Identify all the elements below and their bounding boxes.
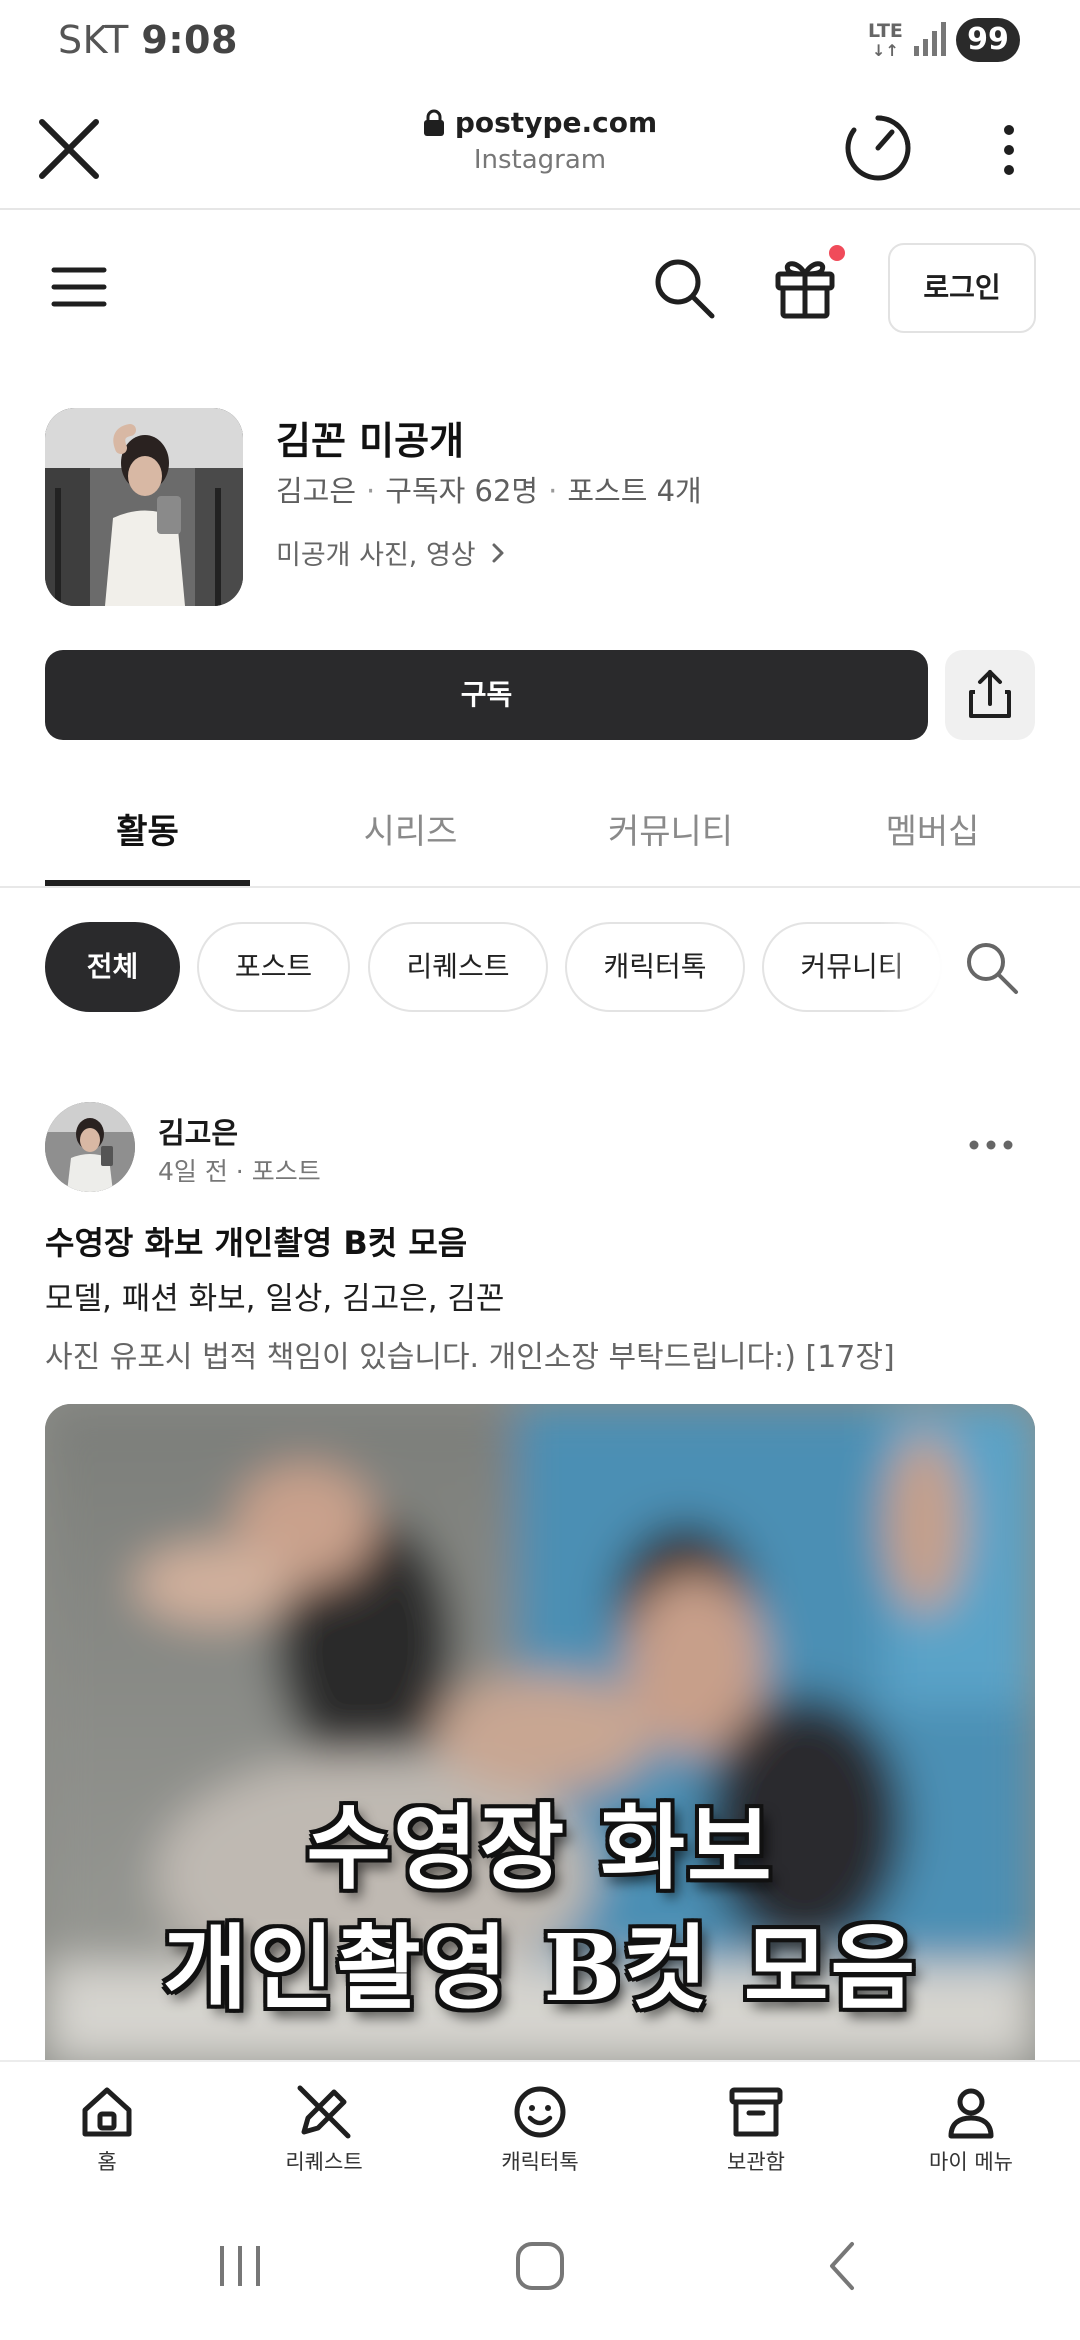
share-button[interactable] [945, 650, 1035, 740]
nav-character-talk[interactable]: 캐릭터톡 [450, 2082, 630, 2176]
user-icon [948, 2088, 994, 2139]
nav-archive-label: 보관함 [727, 2150, 785, 2174]
carrier-label: SKT [58, 18, 129, 62]
subscriber-count: 구독자 62명 [385, 474, 539, 508]
network-label: LTE [868, 20, 903, 42]
nav-home-label: 홈 [97, 2150, 117, 2174]
signal-icon [914, 22, 946, 56]
gift-icon[interactable] [770, 250, 840, 320]
hamburger-menu-icon[interactable] [50, 262, 108, 312]
search-icon[interactable] [652, 256, 716, 320]
post-author-name[interactable]: 김고은 [158, 1110, 238, 1152]
network-indicator: LTE ↓↑ [868, 20, 903, 61]
carrier-time: SKT 9:08 [58, 18, 238, 62]
chip-character-talk[interactable]: 캐릭터톡 [565, 922, 745, 1012]
image-caption-line2: 개인촬영 B컷 모음 [162, 1914, 918, 2022]
data-arrows-icon: ↓↑ [872, 41, 899, 60]
recent-apps-icon[interactable] [200, 2236, 280, 2296]
profile-description: 미공개 사진, 영상 [276, 540, 476, 571]
smile-icon [514, 2086, 566, 2138]
profile-description-link[interactable]: 미공개 사진, 영상 [276, 533, 506, 572]
nav-request[interactable]: 리퀘스트 [234, 2082, 414, 2176]
tab-series[interactable]: 시리즈 [308, 804, 513, 853]
url-subtitle: Instagram [473, 145, 607, 175]
tab-membership[interactable]: 멤버십 [830, 804, 1035, 853]
share-icon [969, 670, 1011, 718]
subscribe-button[interactable]: 구독 [45, 650, 928, 740]
post-tags: 모델, 패션 화보, 일상, 김고은, 김꼰 [45, 1281, 505, 1317]
home-icon [82, 2087, 132, 2137]
chevron-right-icon [492, 543, 504, 562]
image-caption-line1: 수영장 화보 [306, 1794, 774, 1902]
nav-archive[interactable]: 보관함 [666, 2082, 846, 2176]
profile-photo[interactable] [45, 408, 243, 606]
more-horiz-icon[interactable] [966, 1130, 1016, 1160]
profile-meta: 김고은 · 구독자 62명 · 포스트 4개 [276, 474, 702, 508]
nav-character-talk-label: 캐릭터톡 [501, 2150, 579, 2174]
post-thumbnail[interactable]: 수영장 화보 개인촬영 B컷 모음 [45, 1404, 1035, 2064]
chip-post[interactable]: 포스트 [197, 922, 350, 1012]
tab-community[interactable]: 커뮤니티 [568, 804, 773, 853]
chip-scroll-fade [880, 918, 970, 1016]
back-icon[interactable] [804, 2236, 884, 2296]
profile-author[interactable]: 김고은 [276, 474, 356, 508]
avatar-image [45, 1102, 135, 1192]
post-description: 사진 유포시 법적 책임이 있습니다. 개인소장 부탁드립니다:) [17장] [45, 1340, 895, 1375]
clock: 9:08 [141, 18, 238, 62]
status-bar: SKT 9:08 LTE ↓↑ 99 [0, 0, 1080, 80]
home-button-icon[interactable] [500, 2236, 580, 2296]
active-tab-indicator [45, 880, 250, 886]
login-button[interactable]: 로그인 [888, 243, 1036, 333]
post-author-avatar[interactable] [45, 1102, 135, 1192]
lock-icon [423, 109, 444, 136]
close-icon[interactable] [30, 110, 108, 188]
post-title[interactable]: 수영장 화보 개인촬영 B컷 모음 [45, 1218, 467, 1264]
nav-home[interactable]: 홈 [17, 2082, 197, 2176]
post-count: 포스트 4개 [567, 474, 702, 508]
filter-search-icon[interactable] [962, 938, 1022, 998]
more-vert-icon[interactable] [994, 116, 1024, 186]
browser-bar: postype.com Instagram [0, 80, 1080, 210]
nav-request-label: 리퀘스트 [285, 2150, 363, 2174]
app-header: 로그인 [0, 210, 1080, 360]
bottom-navigation: 홈 리퀘스트 캐릭터톡 보관함 마이 메뉴 [0, 2060, 1080, 2192]
nav-my-menu[interactable]: 마이 메뉴 [881, 2082, 1061, 2176]
chip-all[interactable]: 전체 [45, 922, 180, 1012]
chip-request[interactable]: 리퀘스트 [368, 922, 548, 1012]
pen-icon [297, 2085, 351, 2139]
system-navigation-bar [0, 2192, 1080, 2340]
archive-icon [729, 2087, 783, 2137]
profile-name: 김꼰 미공개 [276, 419, 465, 463]
nav-my-menu-label: 마이 메뉴 [929, 2150, 1013, 2174]
url-display[interactable]: postype.com Instagram [380, 106, 700, 175]
notification-dot [829, 245, 845, 261]
tab-bar: 활동 시리즈 커뮤니티 멤버십 [0, 762, 1080, 888]
timer-icon[interactable] [838, 108, 918, 188]
battery-badge: 99 [956, 18, 1020, 62]
post-meta: 4일 전 · 포스트 [158, 1157, 321, 1186]
url-domain: postype.com [454, 106, 658, 139]
profile-photo-image [45, 408, 243, 606]
tab-activity[interactable]: 활동 [45, 804, 250, 853]
